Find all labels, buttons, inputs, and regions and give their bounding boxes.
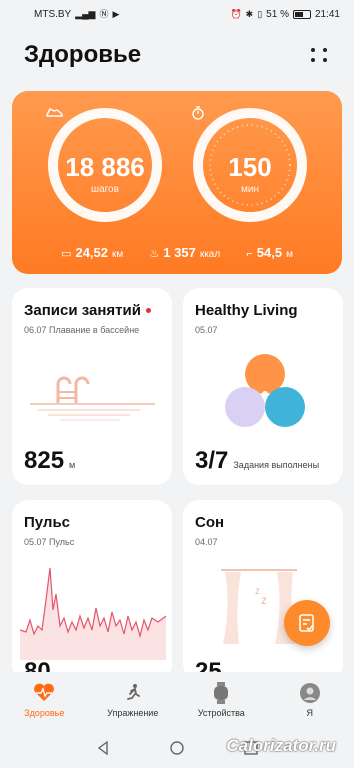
- nav-exercise[interactable]: Упражнение: [89, 682, 177, 718]
- vibrate-icon: ▯: [257, 8, 263, 19]
- svg-text:z: z: [255, 586, 260, 597]
- heart-rate-chart: [20, 567, 166, 660]
- workout-distance-value: 825: [24, 447, 65, 474]
- sleep-title: Сон: [195, 514, 225, 531]
- battery-icon: [292, 9, 311, 19]
- workout-records-title: Записи занятий: [24, 302, 160, 319]
- pool-illustration: [30, 376, 155, 421]
- healthy-living-title: Healthy Living: [195, 302, 298, 319]
- stairs-icon: ⌐: [246, 248, 253, 260]
- nav-health-label: Здоровье: [24, 708, 65, 718]
- page-title: Здоровье: [24, 41, 142, 68]
- sleep-date: 04.07: [195, 537, 218, 547]
- watch-icon: [210, 682, 232, 704]
- ruler-icon: ▭: [61, 248, 72, 260]
- activity-summary-card[interactable]: 18 886 шагов 150 мин ▭ 24,52 км ♨ 1 357 …: [12, 91, 342, 274]
- minutes-value: 150: [228, 151, 272, 182]
- heart-rate-title: Пульс: [24, 514, 71, 531]
- floors-unit: м: [286, 249, 293, 260]
- edit-list-icon: [299, 614, 314, 632]
- sleep-card[interactable]: Сон 04.07 z z 25: [183, 500, 343, 680]
- floors-value: 54,5: [256, 245, 283, 260]
- healthy-living-value: 3/7: [195, 447, 229, 474]
- workout-records-subtitle: 06.07 Плавание в бассейне: [24, 325, 140, 335]
- distance-stat: ▭ 24,52 км: [61, 245, 123, 260]
- nav-health[interactable]: Здоровье: [0, 682, 88, 718]
- steps-value: 18 886: [65, 151, 145, 182]
- clock: 21:41: [314, 8, 340, 20]
- edit-cards-button[interactable]: [284, 600, 330, 646]
- flame-icon: ♨: [149, 248, 160, 260]
- youtube-icon: ▶: [112, 8, 120, 19]
- running-icon: [122, 682, 144, 704]
- heart-rate-subtitle: 05.07 Пульс: [24, 537, 75, 547]
- back-icon[interactable]: [96, 741, 110, 755]
- watermark: Calorizator.ru: [226, 736, 336, 755]
- bottom-nav: Здоровье Упражнение Устройства Я: [0, 672, 354, 728]
- heart-pulse-icon: [33, 682, 55, 704]
- heart-rate-card[interactable]: Пульс 05.07 Пульс 80: [12, 500, 172, 680]
- more-menu-button[interactable]: [310, 45, 330, 65]
- nav-profile-label: Я: [306, 708, 314, 718]
- nav-devices[interactable]: Устройства: [177, 682, 265, 718]
- nav-devices-label: Устройства: [197, 708, 245, 718]
- alarm-icon: ⏰: [230, 8, 242, 19]
- workout-records-card[interactable]: Записи занятий 06.07 Плавание в бассейне…: [12, 288, 172, 485]
- profile-icon: [299, 682, 321, 704]
- healthy-living-progress: 3/7 Задания выполнены: [195, 447, 319, 475]
- hero-stats: ▭ 24,52 км ♨ 1 357 ккал ⌐ 54,5 м: [12, 245, 342, 260]
- minutes-unit: мин: [241, 183, 259, 195]
- svg-text:z: z: [261, 593, 267, 607]
- healthy-living-date: 05.07: [195, 325, 218, 335]
- status-bar: MTS.BY ▂▄▆ Ⓝ ▶ ⏰ ✱ ▯ 51 % 21:41: [0, 0, 354, 28]
- home-icon[interactable]: [170, 741, 184, 755]
- healthy-living-unit: Задания выполнены: [233, 460, 320, 470]
- nfc-icon: Ⓝ: [99, 8, 109, 19]
- header: Здоровье: [24, 38, 330, 72]
- workout-distance-unit: м: [69, 460, 76, 470]
- bluetooth-icon: ✱: [245, 8, 254, 19]
- nav-exercise-label: Упражнение: [107, 708, 159, 718]
- steps-unit: шагов: [91, 183, 119, 195]
- healthy-living-card[interactable]: Healthy Living 05.07 3/7 Задания выполне…: [183, 288, 343, 485]
- workout-records-title-text: Записи занятий: [24, 302, 141, 319]
- battery-percent: 51 %: [266, 8, 289, 20]
- minutes-ring[interactable]: 150 мин: [191, 106, 309, 224]
- notification-dot: [145, 308, 151, 313]
- distance-unit: км: [112, 249, 124, 260]
- steps-ring[interactable]: 18 886 шагов: [46, 106, 164, 224]
- floors-stat: ⌐ 54,5 м: [246, 245, 293, 260]
- calories-value: 1 357: [163, 245, 196, 260]
- nav-profile[interactable]: Я: [266, 682, 354, 718]
- signal-icon: ▂▄▆: [75, 8, 96, 19]
- calories-unit: ккал: [199, 249, 221, 260]
- carrier-label: MTS.BY: [34, 8, 72, 20]
- distance-value: 24,52: [75, 245, 109, 260]
- calories-stat: ♨ 1 357 ккал: [149, 245, 220, 260]
- workout-distance: 825 м: [24, 447, 75, 475]
- healthy-living-graphic: [225, 354, 305, 427]
